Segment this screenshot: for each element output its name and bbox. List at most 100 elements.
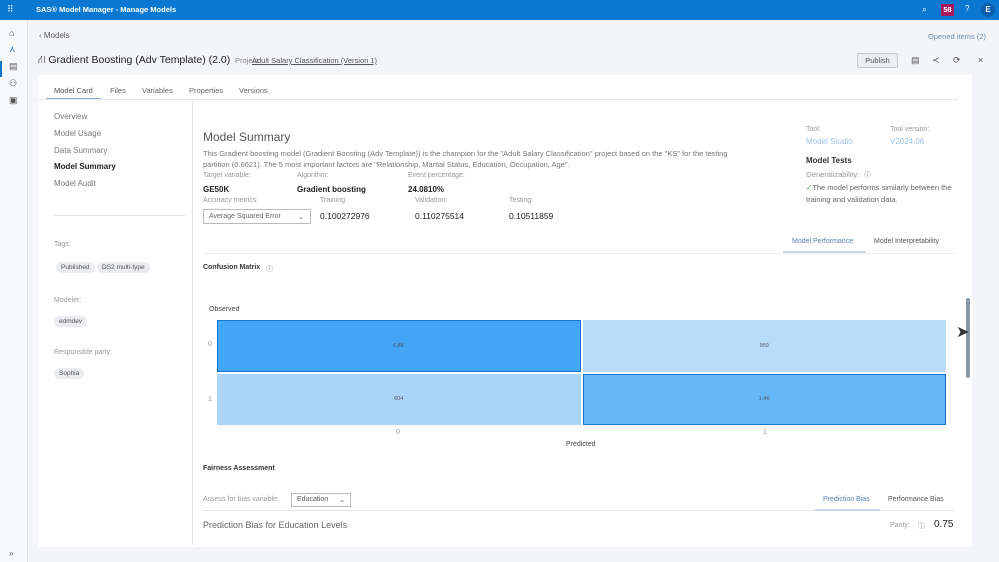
training-label: Training:: [320, 197, 347, 204]
confusion-cell[interactable]: 959: [582, 320, 946, 372]
top-bar: ⠿ SAS® Model Manager - Manage Models ⌕ 5…: [0, 0, 999, 20]
generalizability-result: ✓The model performs similarly between th…: [806, 182, 956, 205]
col-tick: 0: [396, 429, 400, 436]
users-icon[interactable]: ⚇: [9, 78, 17, 89]
modeler-label: Modeler:: [54, 297, 82, 304]
accuracy-label: Accuracy metrics:: [203, 197, 259, 204]
tags-label: Tags:: [54, 241, 71, 248]
nav-divider: [192, 100, 193, 545]
generalizability-label: Generalizability:: [806, 170, 860, 179]
apps-grid-icon[interactable]: ⠿: [7, 4, 14, 15]
tab-model-performance[interactable]: Model Performance: [792, 238, 853, 245]
responsible-label: Responsible party:: [54, 349, 112, 356]
info-icon[interactable]: ⓘ: [266, 264, 273, 274]
tab-performance-bias[interactable]: Performance Bias: [888, 496, 944, 503]
col-tick: 1: [763, 429, 767, 436]
validation-value: 0.110275514: [415, 211, 465, 221]
row-tick: 0: [208, 341, 212, 348]
active-subtab-indicator: [815, 509, 880, 511]
parity-label: Parity:: [890, 522, 910, 529]
info-icon[interactable]: ⓘ: [864, 170, 871, 180]
tabs-divider: [38, 99, 958, 100]
project-link[interactable]: Adult Salary Classification (Version 1): [252, 56, 377, 65]
event-label: Event percentage:: [408, 172, 465, 179]
training-value: 0.100272976: [320, 211, 370, 221]
responsible-chip: Sophia: [54, 368, 85, 379]
avatar[interactable]: E: [981, 3, 995, 17]
testing-label: Testing:: [509, 197, 534, 204]
nav-data-summary[interactable]: Data Summary: [54, 146, 107, 155]
bias-variable-value: Education: [297, 496, 329, 503]
subtabs-divider: [203, 253, 955, 254]
info-icon[interactable]: ⓘ: [918, 521, 925, 531]
publish-button[interactable]: Publish: [857, 53, 898, 68]
bias-variable-select[interactable]: Education ⌄: [291, 493, 351, 507]
event-value: 24.0810%: [408, 185, 445, 194]
tool-label: Tool:: [806, 126, 821, 133]
rail-active-indicator: [0, 61, 2, 77]
algorithm-label: Algorithm:: [297, 172, 329, 179]
confusion-cell[interactable]: 6.8K: [217, 320, 581, 372]
fairness-title: Fairness Assessment: [203, 465, 275, 472]
modeler-chip: edmdev: [54, 316, 88, 327]
refresh-icon[interactable]: ⟳: [953, 55, 961, 66]
confusion-cell[interactable]: 1.4K: [582, 373, 946, 425]
help-icon[interactable]: ?: [965, 4, 969, 13]
report-icon[interactable]: ▤: [911, 55, 920, 66]
back-to-models-link[interactable]: ‹ Models: [39, 31, 70, 40]
y-axis-label: Observed: [209, 306, 240, 313]
target-value: GE50K: [203, 185, 230, 194]
tab-variables[interactable]: Variables: [142, 86, 173, 95]
tab-versions[interactable]: Versions: [239, 86, 268, 95]
section-title: Model Summary: [203, 130, 291, 144]
prediction-bias-title: Prediction Bias for Education Levels: [203, 520, 348, 530]
nav-model-summary[interactable]: Model Summary: [54, 162, 116, 171]
tab-files[interactable]: Files: [110, 86, 126, 95]
tag-chip: Published: [56, 262, 95, 273]
left-rail: ⌂ ⋏ ▤ ⚇ ▣ »: [0, 20, 28, 562]
tab-model-card[interactable]: Model Card: [54, 86, 93, 95]
chevron-down-icon: ⌄: [298, 214, 304, 221]
confusion-matrix-title: Confusion Matrix: [203, 264, 261, 271]
confusion-cell[interactable]: 604: [217, 373, 581, 425]
model-title-text: Gradient Boosting (Adv Template) (2.0): [48, 54, 231, 66]
x-axis-label: Predicted: [566, 441, 596, 448]
tool-value: Model Studio: [806, 137, 853, 146]
validation-label: Validation:: [415, 197, 448, 204]
tab-model-interpretability[interactable]: Model Interpretability: [874, 238, 939, 245]
tool-version-value: V2024.06: [890, 137, 925, 146]
reports-icon[interactable]: ▣: [9, 95, 18, 106]
nav-model-usage[interactable]: Model Usage: [54, 129, 101, 138]
testing-value: 0.10511859: [509, 211, 554, 221]
accuracy-metric-value: Average Squared Error: [209, 213, 281, 220]
tab-properties[interactable]: Properties: [189, 86, 223, 95]
model-title: ⛙ Gradient Boosting (Adv Template) (2.0): [38, 54, 230, 68]
models-icon[interactable]: ⋏: [9, 44, 16, 55]
close-icon[interactable]: ×: [978, 55, 983, 65]
home-icon[interactable]: ⌂: [9, 28, 14, 38]
nav-overview[interactable]: Overview: [54, 112, 87, 121]
summary-description: This Gradient boosting model (Gradient B…: [203, 149, 728, 169]
opened-items-link[interactable]: Opened items (2): [928, 32, 986, 41]
mouse-cursor-icon: ➤: [956, 324, 970, 341]
share-icon[interactable]: ≺: [932, 55, 940, 66]
tag-chip: DS2 multi-type: [97, 262, 150, 273]
bias-variable-label: Assess for bias variable:: [203, 496, 279, 503]
row-tick: 1: [208, 396, 212, 403]
nav-separator: [54, 215, 185, 216]
expand-icon[interactable]: »: [9, 549, 13, 558]
app-title: SAS® Model Manager - Manage Models: [36, 5, 177, 14]
model-icon: ⛙: [38, 54, 49, 66]
algorithm-value: Gradient boosting: [297, 185, 366, 194]
tab-prediction-bias[interactable]: Prediction Bias: [823, 496, 870, 503]
search-icon[interactable]: ⌕: [922, 4, 927, 15]
parity-value: 0.75: [934, 519, 954, 530]
projects-icon[interactable]: ▤: [9, 61, 18, 72]
tool-version-label: Tool version:: [890, 126, 930, 133]
accuracy-metric-select[interactable]: Average Squared Error ⌄: [203, 209, 311, 224]
model-tests-title: Model Tests: [806, 156, 852, 165]
active-tab-indicator: [46, 98, 101, 99]
nav-model-audit[interactable]: Model Audit: [54, 179, 96, 188]
target-label: Target variable:: [203, 172, 251, 179]
notifications-badge[interactable]: 58: [941, 4, 954, 16]
